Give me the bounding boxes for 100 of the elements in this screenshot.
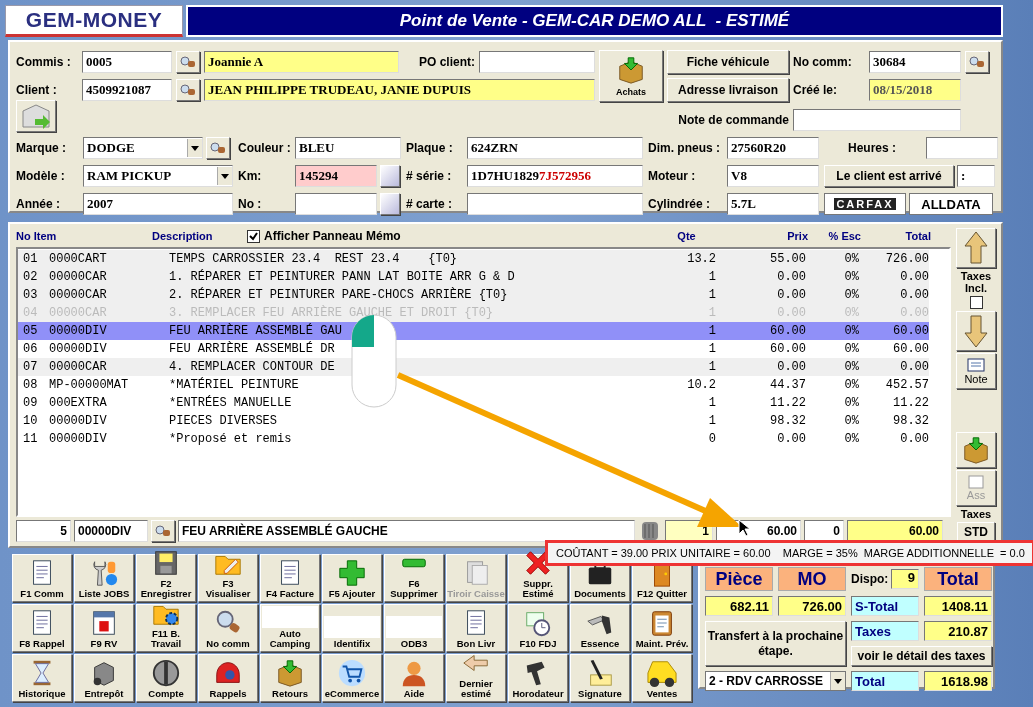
toolbar-button[interactable]: Signature bbox=[570, 654, 630, 702]
toolbar-button[interactable]: F11 B. Travail bbox=[136, 604, 196, 652]
input-field[interactable]: 30684 bbox=[869, 51, 961, 73]
item-row[interactable]: 07 00000CAR 4. REMPLACER CONTOUR DE 1 0.00 0% 0.00 bbox=[18, 358, 929, 376]
toolbar-button[interactable]: ODB3 bbox=[384, 604, 444, 652]
field-label: Marque : bbox=[16, 140, 67, 157]
toolbar-button[interactable]: Auto Camping bbox=[260, 604, 320, 652]
item-row[interactable]: 11 00000DIV *Proposé et remis 0 0.00 0% 0.00 bbox=[18, 430, 929, 448]
input-field[interactable]: 5 bbox=[16, 520, 71, 542]
alldata-logo[interactable]: ALLDATA bbox=[909, 193, 993, 215]
vehicle-sheet-button[interactable]: Fiche véhicule bbox=[667, 50, 789, 74]
model-dropdown[interactable]: RAM PICKUP bbox=[83, 165, 233, 187]
input-field[interactable]: 00000DIV bbox=[74, 520, 148, 542]
item-row[interactable]: 05 00000DIV FEU ARRIÈRE ASSEMBLÉ GAU 1 60.00 0% 60.00 bbox=[18, 322, 929, 340]
toolbar-button[interactable]: No comm bbox=[198, 604, 258, 652]
taxes-included-label: Taxes Incl. bbox=[959, 270, 993, 294]
toolbar-button[interactable]: F3 Visualiser bbox=[198, 554, 258, 602]
toolbar-button[interactable]: Identifix bbox=[322, 604, 382, 652]
toolbar-button[interactable]: Compte bbox=[136, 654, 196, 702]
taxes-included-checkbox[interactable] bbox=[969, 296, 983, 309]
purchases-button[interactable]: Achats bbox=[599, 50, 663, 102]
input-field[interactable]: : bbox=[957, 165, 995, 187]
lookup-button[interactable] bbox=[176, 79, 200, 101]
picker-button[interactable] bbox=[380, 193, 400, 215]
toolbar-button[interactable]: Horodateur bbox=[508, 654, 568, 702]
item-row[interactable]: 01 0000CART TEMPS CARROSSIER 23.4 REST 23.4 {T0} 13.2 55.00 0% 726.00 bbox=[18, 250, 929, 268]
std-button[interactable]: STD bbox=[957, 522, 995, 542]
item-row[interactable]: 06 00000DIV FEU ARRIÈRE ASSEMBLÉ DR 1 60.00 0% 60.00 bbox=[18, 340, 929, 358]
input-field[interactable]: FEU ARRIÈRE ASSEMBLÉ GAUCHE bbox=[178, 520, 635, 542]
field-label: Moteur : bbox=[648, 168, 697, 185]
toolbar-button[interactable]: Aide bbox=[384, 654, 444, 702]
toolbar-button[interactable]: Essence bbox=[570, 604, 630, 652]
toolbar-button[interactable]: F5 Ajouter bbox=[322, 554, 382, 602]
input-field[interactable] bbox=[295, 193, 377, 215]
input-field[interactable]: 0005 bbox=[82, 51, 172, 73]
tax-detail-button[interactable]: voir le détail des taxes bbox=[851, 646, 992, 666]
lookup-button[interactable] bbox=[151, 520, 175, 542]
arrow-down-icon bbox=[964, 314, 988, 348]
logo-placeholder bbox=[262, 606, 318, 628]
input-field[interactable]: V8 bbox=[727, 165, 819, 187]
toolbar-button[interactable]: Maint. Prév. bbox=[632, 604, 692, 652]
toolbar-button[interactable]: F2 Enregistrer bbox=[136, 554, 196, 602]
toolbar-button[interactable]: Entrepôt bbox=[74, 654, 134, 702]
input-field[interactable]: 5.7L bbox=[727, 193, 819, 215]
move-down-button[interactable] bbox=[956, 311, 996, 351]
input-field[interactable]: BLEU bbox=[295, 137, 401, 159]
note-button[interactable]: Note bbox=[956, 353, 996, 389]
input-field[interactable]: 2007 bbox=[83, 193, 233, 215]
toolbar-button[interactable]: Bon Livr bbox=[446, 604, 506, 652]
transfer-button[interactable]: Transfert à la prochaine étape. bbox=[705, 621, 846, 666]
sms-button[interactable] bbox=[16, 100, 56, 132]
toolbar-button[interactable]: Retours bbox=[260, 654, 320, 702]
input-field[interactable]: 624ZRN bbox=[467, 137, 643, 159]
toolbar-button[interactable]: Dernier estimé bbox=[446, 654, 506, 702]
input-field[interactable] bbox=[479, 51, 595, 73]
lookup-button[interactable] bbox=[206, 137, 230, 159]
toolbar-button[interactable]: Historique bbox=[12, 654, 72, 702]
column-header: Prix bbox=[786, 230, 808, 242]
carfax-logo[interactable]: CARFAX bbox=[824, 193, 906, 215]
input-field[interactable]: Joannie A bbox=[204, 51, 399, 73]
input-field[interactable]: 08/15/2018 bbox=[869, 79, 961, 101]
client-arrived-button[interactable]: Le client est arrivé bbox=[824, 165, 954, 187]
input-field[interactable] bbox=[926, 137, 998, 159]
input-field[interactable]: 1D7HU18297J572956 bbox=[467, 165, 643, 187]
labor-total: 726.00 bbox=[778, 596, 846, 616]
input-field[interactable] bbox=[467, 193, 643, 215]
column-header: Qte bbox=[676, 230, 697, 242]
lookup-button[interactable] bbox=[176, 51, 200, 73]
toolbar-button[interactable]: F6 Supprimer bbox=[384, 554, 444, 602]
field-label: Cylindrée : bbox=[648, 196, 711, 213]
parts-box-button[interactable] bbox=[956, 432, 996, 468]
input-field[interactable]: 27560R20 bbox=[727, 137, 819, 159]
input-field[interactable]: 4509921087 bbox=[82, 79, 172, 101]
input-field[interactable]: 0 bbox=[804, 520, 844, 542]
magnifier-icon bbox=[180, 83, 196, 97]
memo-checkbox[interactable] bbox=[247, 229, 260, 243]
toolbar-button[interactable]: Liste JOBS bbox=[74, 554, 134, 602]
toolbar-button[interactable]: Ventes bbox=[632, 654, 692, 702]
input-field[interactable]: 60.00 bbox=[847, 520, 943, 542]
picker-button[interactable] bbox=[380, 165, 400, 187]
lookup-button[interactable] bbox=[965, 51, 989, 73]
move-up-button[interactable] bbox=[956, 228, 996, 268]
toolbar-button[interactable]: F4 Facture bbox=[260, 554, 320, 602]
toolbar-button[interactable]: eCommerce bbox=[322, 654, 382, 702]
item-row[interactable]: 02 00000CAR 1. RÉPARER ET PEINTURER PANN LAT BOITE ARR G & D 1 0.00 0% 0.00 bbox=[18, 268, 929, 286]
input-field[interactable]: 145294 bbox=[295, 165, 377, 187]
item-row[interactable]: 09 000EXTRA *ENTRÉES MANUELLE 1 11.22 0% 11.22 bbox=[18, 394, 929, 412]
stage-dropdown[interactable]: 2 - RDV CARROSSE bbox=[705, 671, 846, 691]
toolbar-button[interactable]: F8 Rappel bbox=[12, 604, 72, 652]
item-row[interactable]: 03 00000CAR 2. RÉPARER ET PEINTURER PARE-CHOCS ARRIÈRE {T0} 1 0.00 0% 0.00 bbox=[18, 286, 929, 304]
delivery-address-button[interactable]: Adresse livraison bbox=[667, 78, 789, 102]
item-row[interactable]: 08 MP-00000MAT *MATÉRIEL PEINTURE 10.2 44.37 0% 452.57 bbox=[18, 376, 929, 394]
toolbar-button[interactable]: Rappels bbox=[198, 654, 258, 702]
toolbar-button[interactable]: F9 RV bbox=[74, 604, 134, 652]
input-field[interactable]: JEAN PHILIPPE TRUDEAU, JANIE DUPUIS bbox=[204, 79, 595, 101]
toolbar-button[interactable]: F10 FDJ bbox=[508, 604, 568, 652]
input-field[interactable] bbox=[793, 109, 961, 131]
brand-dropdown[interactable]: DODGE bbox=[83, 137, 203, 159]
toolbar-button[interactable]: F1 Comm bbox=[12, 554, 72, 602]
item-row[interactable]: 10 00000DIV PIECES DIVERSES 1 98.32 0% 98.32 bbox=[18, 412, 929, 430]
